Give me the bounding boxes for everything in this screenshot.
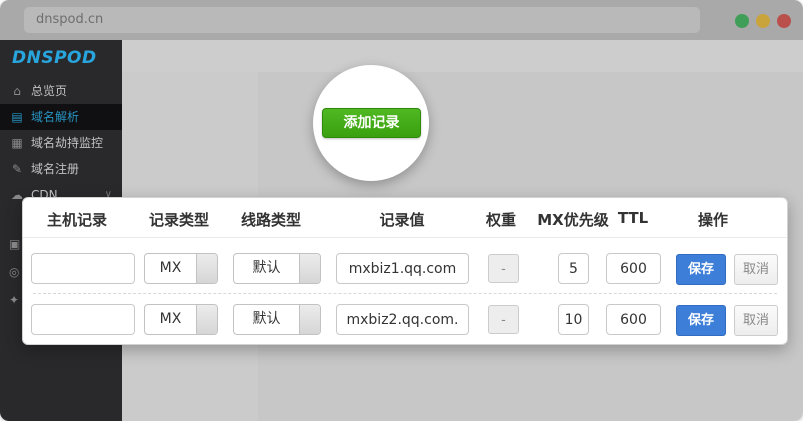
browser-window: dnspod.cn sunqian1345@… ∨ | ✉ 0 | 域名备案 |… [0, 0, 803, 421]
dropdown-handle-icon [196, 254, 217, 283]
card-column-header: 记录类型 [149, 209, 209, 230]
record-value-input[interactable] [336, 304, 469, 335]
card-column-header: MX优先级 [537, 209, 609, 230]
weight-box: - [488, 254, 519, 283]
callout-circle: 添加记录 [313, 65, 429, 181]
sidebar-hidden-icon: ◎ [9, 265, 23, 279]
dropdown-handle-icon [196, 305, 217, 334]
sidebar-item-label: 域名注册 [31, 162, 79, 176]
line-type-value: 默认 [234, 254, 299, 283]
sidebar-item-overview[interactable]: ⌂ 总览页 [0, 78, 122, 104]
monitor-icon: ▤ [10, 104, 24, 130]
sidebar-item-label: 总览页 [31, 84, 67, 98]
record-type-select[interactable]: MX [144, 304, 218, 335]
sidebar-item-dns[interactable]: ▤ 域名解析 [0, 104, 122, 130]
mx-priority-input[interactable] [558, 253, 589, 284]
mx-priority-input[interactable] [558, 304, 589, 335]
record-value-input[interactable] [336, 253, 469, 284]
sidebar-item-label: 域名劫持监控 [31, 136, 103, 150]
record-type-select[interactable]: MX [144, 253, 218, 284]
host-record-input[interactable] [31, 253, 135, 284]
card-column-header: 权重 [486, 209, 516, 230]
sidebar-hidden-icon: ✦ [9, 293, 23, 307]
cancel-button[interactable]: 取消 [734, 254, 778, 285]
pencil-icon: ✎ [10, 156, 24, 182]
sidebar-item-label: 域名解析 [31, 110, 79, 124]
sidebar-hidden-icon: ▣ [9, 237, 23, 251]
record-editor-card: 主机记录 记录类型 线路类型 记录值 权重 MX优先级 TTL 操作 MX 默认… [22, 197, 788, 345]
dnspod-logo[interactable]: DNSPOD [12, 48, 97, 68]
add-record-button-zoomed[interactable]: 添加记录 [322, 108, 421, 138]
url-bar[interactable]: dnspod.cn [24, 7, 700, 33]
ttl-input[interactable] [606, 304, 661, 335]
card-column-header: 主机记录 [47, 209, 107, 230]
divider [33, 293, 777, 294]
record-type-value: MX [145, 254, 196, 283]
card-column-header: 记录值 [379, 209, 424, 230]
cancel-button[interactable]: 取消 [734, 305, 778, 336]
card-column-header: 线路类型 [241, 209, 301, 230]
weight-box: - [488, 305, 519, 334]
traffic-light-green[interactable] [735, 14, 749, 28]
card-column-header: 操作 [698, 209, 728, 230]
line-type-value: 默认 [234, 305, 299, 334]
divider [23, 237, 787, 238]
line-type-select[interactable]: 默认 [233, 304, 321, 335]
dropdown-handle-icon [299, 254, 320, 283]
home-icon: ⌂ [10, 78, 24, 104]
app-area: sunqian1345@… ∨ | ✉ 0 | 域名备案 | 帮助中心 问题反馈… [0, 40, 803, 421]
traffic-light-red[interactable] [777, 14, 791, 28]
sidebar-item-hijack-monitor[interactable]: ▦ 域名劫持监控 [0, 130, 122, 156]
line-type-select[interactable]: 默认 [233, 253, 321, 284]
card-column-header: TTL [618, 209, 648, 227]
traffic-light-yellow[interactable] [756, 14, 770, 28]
sidebar-item-domain-register[interactable]: ✎ 域名注册 [0, 156, 122, 182]
record-type-value: MX [145, 305, 196, 334]
save-button[interactable]: 保存 [676, 305, 726, 336]
save-button[interactable]: 保存 [676, 254, 726, 285]
dropdown-handle-icon [299, 305, 320, 334]
ttl-input[interactable] [606, 253, 661, 284]
host-record-input[interactable] [31, 304, 135, 335]
browser-chrome: dnspod.cn [0, 0, 803, 40]
grid-icon: ▦ [10, 130, 24, 156]
